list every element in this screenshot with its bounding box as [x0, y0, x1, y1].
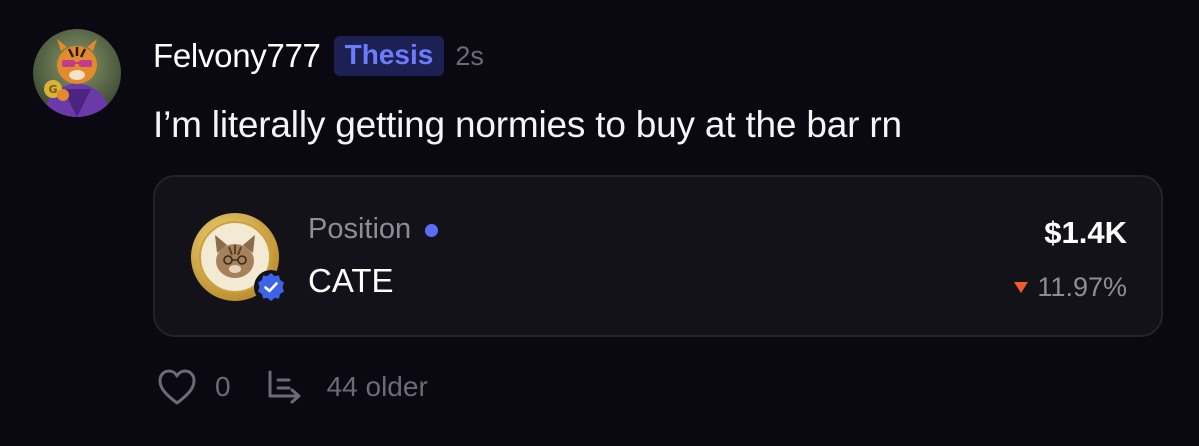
post: G Felvony777 Thesis 2s I’m literally get…	[0, 0, 1199, 446]
price-change-percent: 11.97%	[1037, 272, 1127, 302]
timestamp: 2s	[455, 40, 484, 71]
verified-check-icon	[254, 270, 288, 304]
post-header: Felvony777 Thesis 2s	[153, 33, 484, 79]
post-text: I’m literally getting normies to buy at …	[153, 104, 902, 145]
older-link[interactable]: 44 older	[327, 371, 428, 403]
post-actions: 0 44 older	[157, 366, 428, 408]
svg-text:G: G	[48, 83, 57, 96]
position-card[interactable]: Position CATE $1.4K 11.97%	[153, 175, 1163, 337]
position-value: $1.4K	[1044, 215, 1127, 250]
position-label-text: Position	[308, 213, 412, 245]
tiger-avatar-icon: G	[33, 29, 121, 117]
thesis-badge[interactable]: Thesis	[333, 36, 445, 76]
position-label: Position	[308, 213, 439, 246]
status-dot-icon	[425, 224, 439, 237]
avatar[interactable]: G	[33, 29, 121, 117]
token-ticker: CATE	[308, 262, 394, 299]
username[interactable]: Felvony777	[153, 37, 321, 75]
heart-icon[interactable]	[157, 368, 197, 406]
price-change: 11.97%	[1014, 272, 1127, 303]
like-count: 0	[215, 371, 231, 402]
down-arrow-icon	[1014, 282, 1029, 293]
thread-icon[interactable]	[265, 368, 307, 406]
